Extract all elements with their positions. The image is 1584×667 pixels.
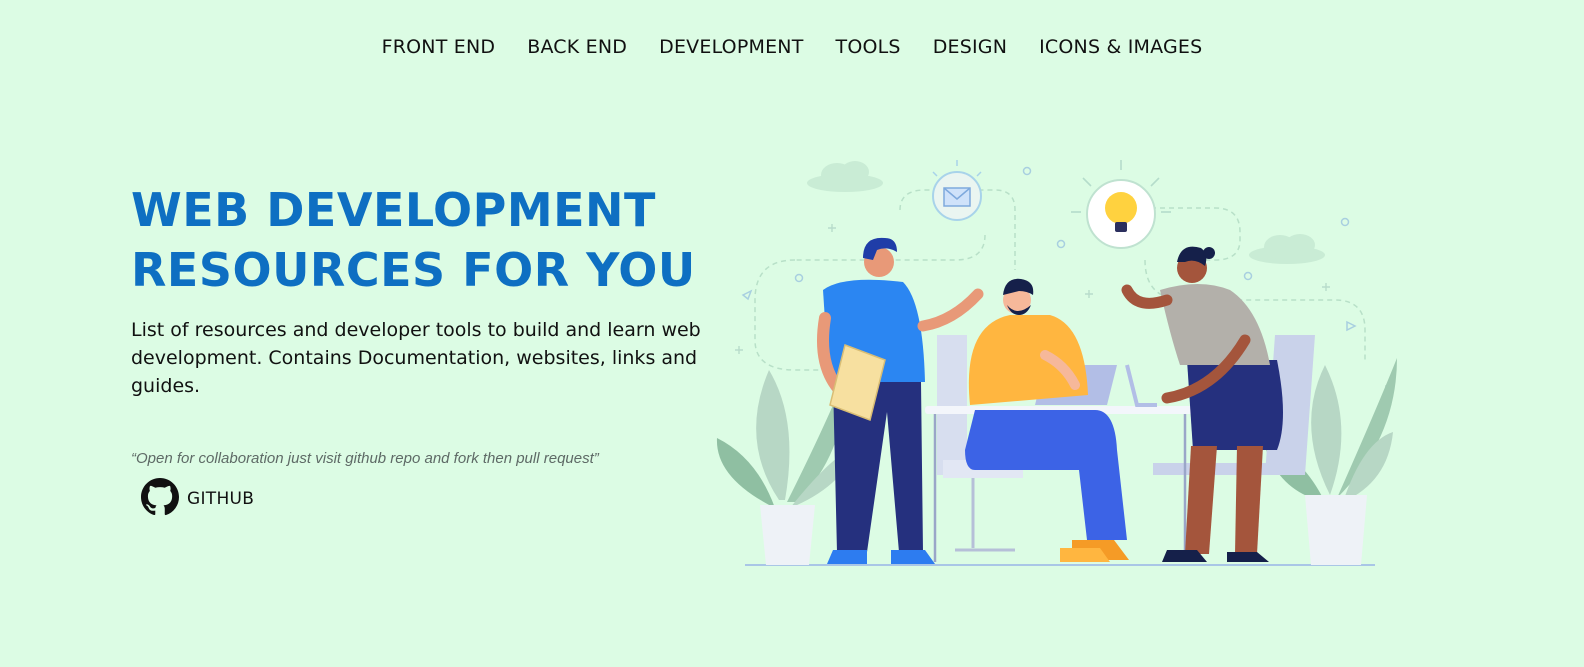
hero-title-line-2: RESOURCES FOR YOU [131,243,696,297]
hero-title-line-1: WEB DEVELOPMENT [131,183,656,237]
nav-item-front-end[interactable]: FRONT END [382,36,496,58]
github-link[interactable]: GITHUB [141,478,254,520]
team-collaboration-illustration [715,150,1405,575]
hero-description: List of resources and developer tools to… [131,319,701,397]
nav-item-design[interactable]: DESIGN [933,36,1007,58]
github-icon [141,478,179,520]
github-label: GITHUB [187,489,255,509]
nav-item-tools[interactable]: TOOLS [836,36,901,58]
collaboration-quote: “Open for collaboration just visit githu… [131,450,599,467]
hero-title: WEB DEVELOPMENT RESOURCES FOR YOU [131,180,696,300]
landing-page: FRONT END BACK END DEVELOPMENT TOOLS DES… [0,0,1584,667]
nav-item-development[interactable]: DEVELOPMENT [659,36,803,58]
top-nav: FRONT END BACK END DEVELOPMENT TOOLS DES… [0,36,1584,58]
nav-item-back-end[interactable]: BACK END [527,36,627,58]
nav-item-icons-images[interactable]: ICONS & IMAGES [1039,36,1202,58]
